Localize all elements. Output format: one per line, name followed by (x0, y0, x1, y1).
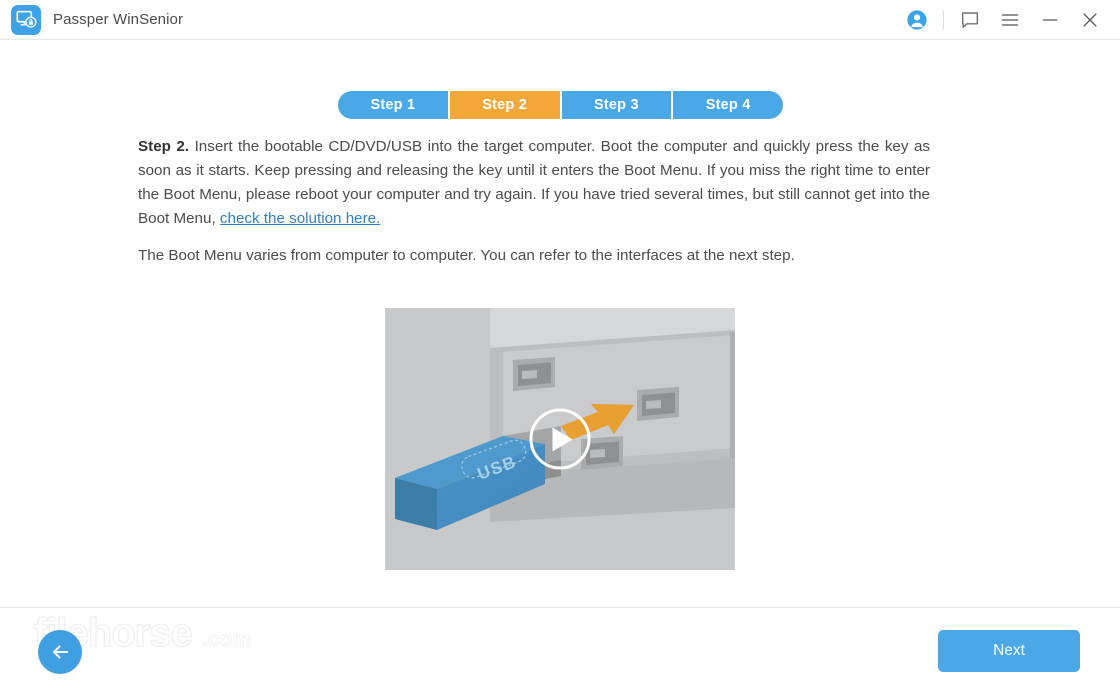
arrow-left-icon (53, 645, 68, 659)
close-icon[interactable] (1070, 0, 1110, 40)
step-tab-4[interactable]: Step 4 (671, 91, 783, 119)
usb-insert-video-thumbnail[interactable]: USB (385, 308, 735, 570)
window-title: Passper WinSenior (53, 11, 184, 28)
play-icon[interactable] (529, 408, 591, 470)
app-logo-icon (11, 4, 41, 35)
menu-hamburger-icon[interactable] (990, 0, 1030, 40)
minimize-icon[interactable] (1030, 0, 1070, 40)
main-content: Step 1 Step 2 Step 3 Step 4 Step 2. Inse… (0, 40, 1120, 607)
check-solution-link[interactable]: check the solution here. (220, 210, 380, 227)
account-icon[interactable] (897, 0, 937, 40)
back-button[interactable] (38, 630, 82, 674)
step-tab-3[interactable]: Step 3 (559, 91, 672, 119)
feedback-chat-icon[interactable] (950, 0, 990, 40)
title-bar-controls (897, 0, 1110, 40)
step-label: Step 2. (138, 138, 190, 155)
note-paragraph: The Boot Menu varies from computer to co… (138, 247, 795, 264)
application-window: Passper WinSenior Step 1 Step 2 Step 3 S… (0, 0, 1120, 690)
step-tab-1[interactable]: Step 1 (338, 91, 448, 119)
instruction-paragraph: Step 2. Insert the bootable CD/DVD/USB i… (138, 135, 930, 231)
next-button[interactable]: Next (938, 630, 1080, 672)
step-progress-bar: Step 1 Step 2 Step 3 Step 4 (338, 91, 783, 119)
title-bar: Passper WinSenior (0, 0, 1120, 40)
footer-bar: Next (0, 607, 1120, 690)
play-triangle-icon (552, 427, 573, 451)
title-bar-separator (943, 10, 944, 29)
step-tab-2[interactable]: Step 2 (447, 91, 560, 119)
